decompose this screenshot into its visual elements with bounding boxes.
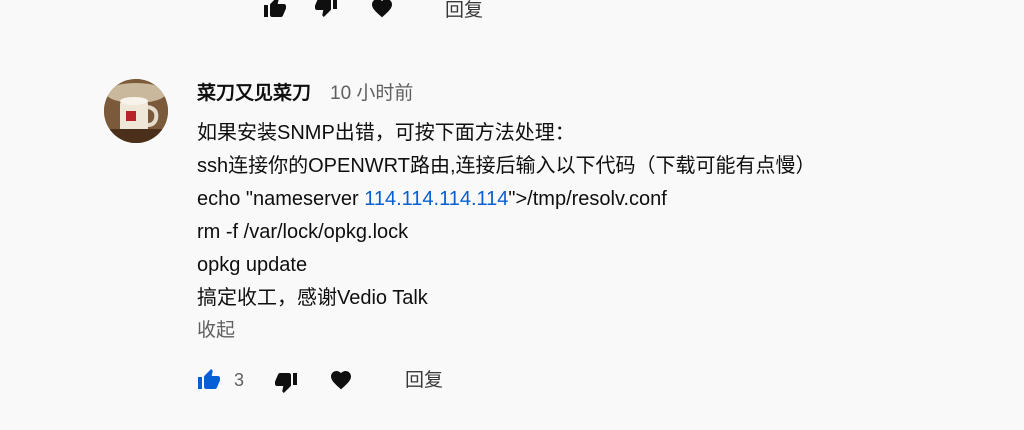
comment-line: ssh连接你的OPENWRT路由,连接后输入以下代码（下载可能有点慢） [197,155,816,177]
heart-icon[interactable] [370,0,394,20]
like-count: 3 [234,370,245,390]
comment-line: echo "nameserver 114.114.114.114">/tmp/r… [197,183,816,216]
comment-line-prefix: echo "nameserver [197,188,365,210]
comment-author[interactable]: 菜刀又见菜刀 [197,82,311,106]
collapse-button[interactable]: 收起 [197,318,235,344]
thumb-down-icon[interactable] [313,0,339,18]
reply-button[interactable]: 回复 [445,0,483,22]
thumb-down-icon[interactable] [273,370,299,394]
comment-line-suffix: ">/tmp/resolv.conf [508,188,667,210]
comment-timestamp[interactable]: 10 小时前 [330,82,413,106]
comment-text: 如果安装SNMP出错，可按下面方法处理： ssh连接你的OPENWRT路由,连接… [197,117,816,315]
thumb-up-icon[interactable] [262,0,288,20]
avatar-image [104,79,168,143]
comment-line: rm -f /var/lock/opkg.lock [197,221,409,243]
comment-line: 搞定收工，感谢Vedio Talk [197,287,428,309]
comment-line: 如果安装SNMP出错，可按下面方法处理： [197,122,575,144]
avatar[interactable] [104,79,168,143]
comment-line: opkg update [197,254,308,276]
phone-number-link[interactable]: 114.114.114.114 [364,188,508,210]
thumb-up-icon[interactable] [196,368,222,392]
heart-icon[interactable] [329,368,353,392]
reply-button[interactable]: 回复 [405,370,443,392]
